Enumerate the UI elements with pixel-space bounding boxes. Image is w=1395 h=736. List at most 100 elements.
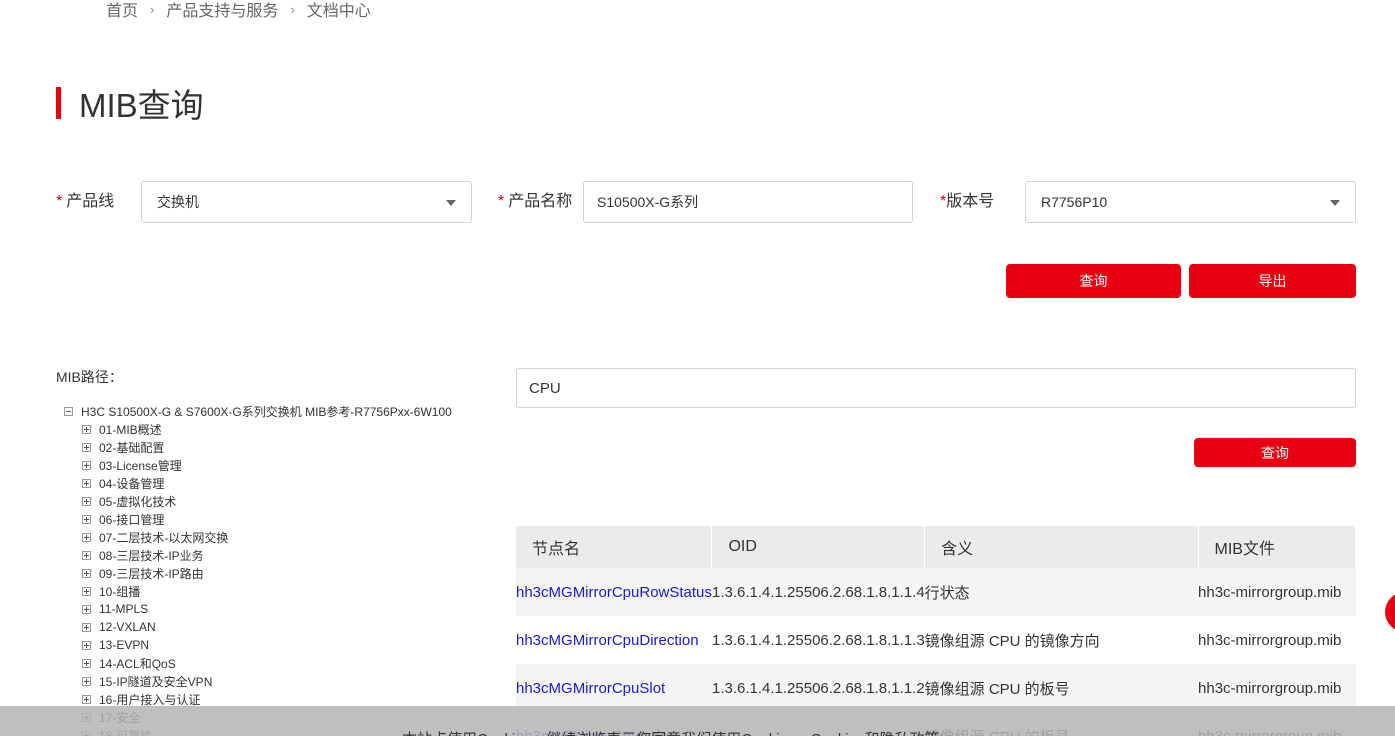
cell-node[interactable]: hh3cMGMirrorCpuDirection [516, 616, 712, 664]
expand-icon[interactable] [82, 604, 91, 614]
tree-item-label[interactable]: 09-三层技术-IP路由 [99, 565, 204, 582]
required-mark: * [498, 193, 505, 210]
cell-meaning: 行状态 [924, 568, 1199, 616]
floating-service-button[interactable] [1385, 592, 1395, 632]
col-header-meaning: 含义 [924, 526, 1199, 568]
tree-item[interactable]: 02-基础配置 [82, 438, 474, 456]
product-line-label: * 产品线 [56, 193, 115, 210]
tree-item-label[interactable]: 05-虚拟化技术 [99, 493, 176, 510]
tree-item[interactable]: 06-接口管理 [82, 510, 474, 528]
tree-item[interactable]: 11-MPLS [82, 600, 474, 618]
tree-item-label[interactable]: 13-EVPN [99, 638, 149, 652]
search-value: CPU [529, 379, 561, 397]
cell-file: hh3c-mirrorgroup.mib [1198, 664, 1356, 712]
product-name-label: * 产品名称 [498, 193, 573, 210]
cell-meaning: 镜像组源 CPU 的板号 [924, 664, 1199, 712]
caret-down-icon [446, 200, 456, 206]
title-accent-bar [56, 87, 61, 119]
tree-item[interactable]: 03-License管理 [82, 456, 474, 474]
tree-root-label[interactable]: H3C S10500X-G & S7600X-G系列交换机 MIB参考-R775… [81, 403, 452, 420]
expand-icon[interactable] [82, 658, 91, 668]
cell-oid: 1.3.6.1.4.1.25506.2.68.1.8.1.1.4 [711, 568, 925, 616]
tree-item-label[interactable]: 12-VXLAN [99, 620, 156, 634]
cell-oid: 1.3.6.1.4.1.25506.2.68.1.8.1.1.2 [711, 664, 925, 712]
table-header-row: 节点名 OID 含义 MIB文件 [516, 526, 1357, 568]
cell-oid: 1.3.6.1.4.1.25506.2.68.1.8.1.1.3 [711, 631, 925, 649]
tree-item-label[interactable]: 07-二层技术-以太网交换 [99, 529, 228, 546]
search-query-button[interactable]: 查询 [1194, 438, 1356, 467]
version-label: *版本号 [940, 193, 995, 210]
expand-icon[interactable] [82, 424, 91, 434]
caret-down-icon [1330, 200, 1340, 206]
version-value: R7756P10 [1041, 194, 1108, 210]
col-header-file: MIB文件 [1198, 526, 1357, 568]
expand-icon[interactable] [82, 694, 91, 704]
tree-root[interactable]: H3C S10500X-G & S7600X-G系列交换机 MIB参考-R775… [64, 402, 474, 420]
cookie-bar: 本站点使用Cookies，继续浏览表示您同意我们使用Cookies。Cookie… [0, 706, 1395, 736]
expand-icon[interactable] [82, 586, 91, 596]
breadcrumb-docs[interactable]: 文档中心 [307, 0, 371, 21]
tree-item-label[interactable]: 02-基础配置 [99, 439, 164, 456]
table-row: hh3cMGMirrorCpuSlot 1.3.6.1.4.1.25506.2.6… [516, 664, 1356, 712]
product-line-value: 交换机 [157, 194, 199, 210]
required-mark: * [56, 193, 63, 210]
tree-item[interactable]: 13-EVPN [82, 636, 474, 654]
breadcrumb-support[interactable]: 产品支持与服务 [166, 0, 278, 21]
tree-item[interactable]: 04-设备管理 [82, 474, 474, 492]
tree-item-label[interactable]: 16-用户接入与认证 [99, 691, 200, 708]
expand-icon[interactable] [82, 514, 91, 524]
tree-item-label[interactable]: 01-MIB概述 [99, 421, 162, 438]
tree-item[interactable]: 09-三层技术-IP路由 [82, 564, 474, 582]
col-header-oid: OID [711, 526, 926, 568]
product-line-select[interactable]: 交换机 [141, 181, 472, 223]
expand-icon[interactable] [82, 496, 91, 506]
results-table: 节点名 OID 含义 MIB文件 hh3cMGMirrorCpuRowStatu… [516, 526, 1357, 736]
product-name-value: S10500X-G系列 [597, 194, 699, 210]
search-input[interactable]: CPU [516, 368, 1356, 408]
chevron-right-icon: › [150, 1, 155, 17]
tree-item[interactable]: 14-ACL和QoS [82, 654, 474, 672]
page-title: MIB查询 [79, 87, 204, 124]
tree-item[interactable]: 08-三层技术-IP业务 [82, 546, 474, 564]
cell-node[interactable]: hh3cMGMirrorCpuRowStatus [516, 568, 712, 616]
tree-item[interactable]: 07-二层技术-以太网交换 [82, 528, 474, 546]
expand-icon[interactable] [82, 622, 91, 632]
expand-icon[interactable] [82, 532, 91, 542]
chevron-right-icon: › [290, 1, 295, 17]
tree-item[interactable]: 05-虚拟化技术 [82, 492, 474, 510]
tree-item[interactable]: 10-组播 [82, 582, 474, 600]
tree-item-label[interactable]: 14-ACL和QoS [99, 655, 176, 672]
expand-icon[interactable] [82, 550, 91, 560]
tree-item[interactable]: 12-VXLAN [82, 618, 474, 636]
export-button[interactable]: 导出 [1189, 264, 1356, 298]
expand-icon[interactable] [82, 640, 91, 650]
tree-item[interactable]: 01-MIB概述 [82, 420, 474, 438]
tree-item-label[interactable]: 10-组播 [99, 583, 140, 600]
product-name-input[interactable]: S10500X-G系列 [583, 181, 913, 223]
version-select[interactable]: R7756P10 [1025, 181, 1356, 223]
cookie-notice-text[interactable]: 本站点使用Cookies，继续浏览表示您同意我们使用Cookies。Cookie… [402, 728, 948, 736]
tree-item-label[interactable]: 06-接口管理 [99, 511, 164, 528]
cell-node[interactable]: hh3cMGMirrorCpuSlot [516, 664, 712, 712]
tree-item-label[interactable]: 08-三层技术-IP业务 [99, 547, 204, 564]
tree-item-label[interactable]: 11-MPLS [99, 602, 148, 616]
table-row: hh3cMGMirrorCpuRowStatus 1.3.6.1.4.1.2550… [516, 568, 1356, 616]
tree-item-label[interactable]: 03-License管理 [99, 457, 182, 474]
expand-icon[interactable] [82, 460, 91, 470]
collapse-icon[interactable] [64, 406, 73, 416]
cell-file: hh3c-mirrorgroup.mib [1198, 631, 1342, 649]
expand-icon[interactable] [82, 442, 91, 452]
breadcrumb: 首页 › 产品支持与服务 › 文档中心 [106, 0, 371, 21]
breadcrumb-home[interactable]: 首页 [106, 0, 138, 21]
mib-path-label: MIB路径： [56, 369, 123, 385]
cell-file: hh3c-mirrorgroup.mib [1198, 568, 1356, 616]
expand-icon[interactable] [82, 676, 91, 686]
mib-tree: H3C S10500X-G & S7600X-G系列交换机 MIB参考-R775… [64, 402, 474, 736]
tree-item-label[interactable]: 04-设备管理 [99, 475, 164, 492]
expand-icon[interactable] [82, 568, 91, 578]
tree-item-label[interactable]: 15-IP隧道及安全VPN [99, 673, 212, 690]
query-button[interactable]: 查询 [1006, 264, 1181, 298]
table-row: hh3cMGMirrorCpuDirection 1.3.6.1.4.1.2550… [516, 616, 1356, 664]
expand-icon[interactable] [82, 478, 91, 488]
tree-item[interactable]: 15-IP隧道及安全VPN [82, 672, 474, 690]
